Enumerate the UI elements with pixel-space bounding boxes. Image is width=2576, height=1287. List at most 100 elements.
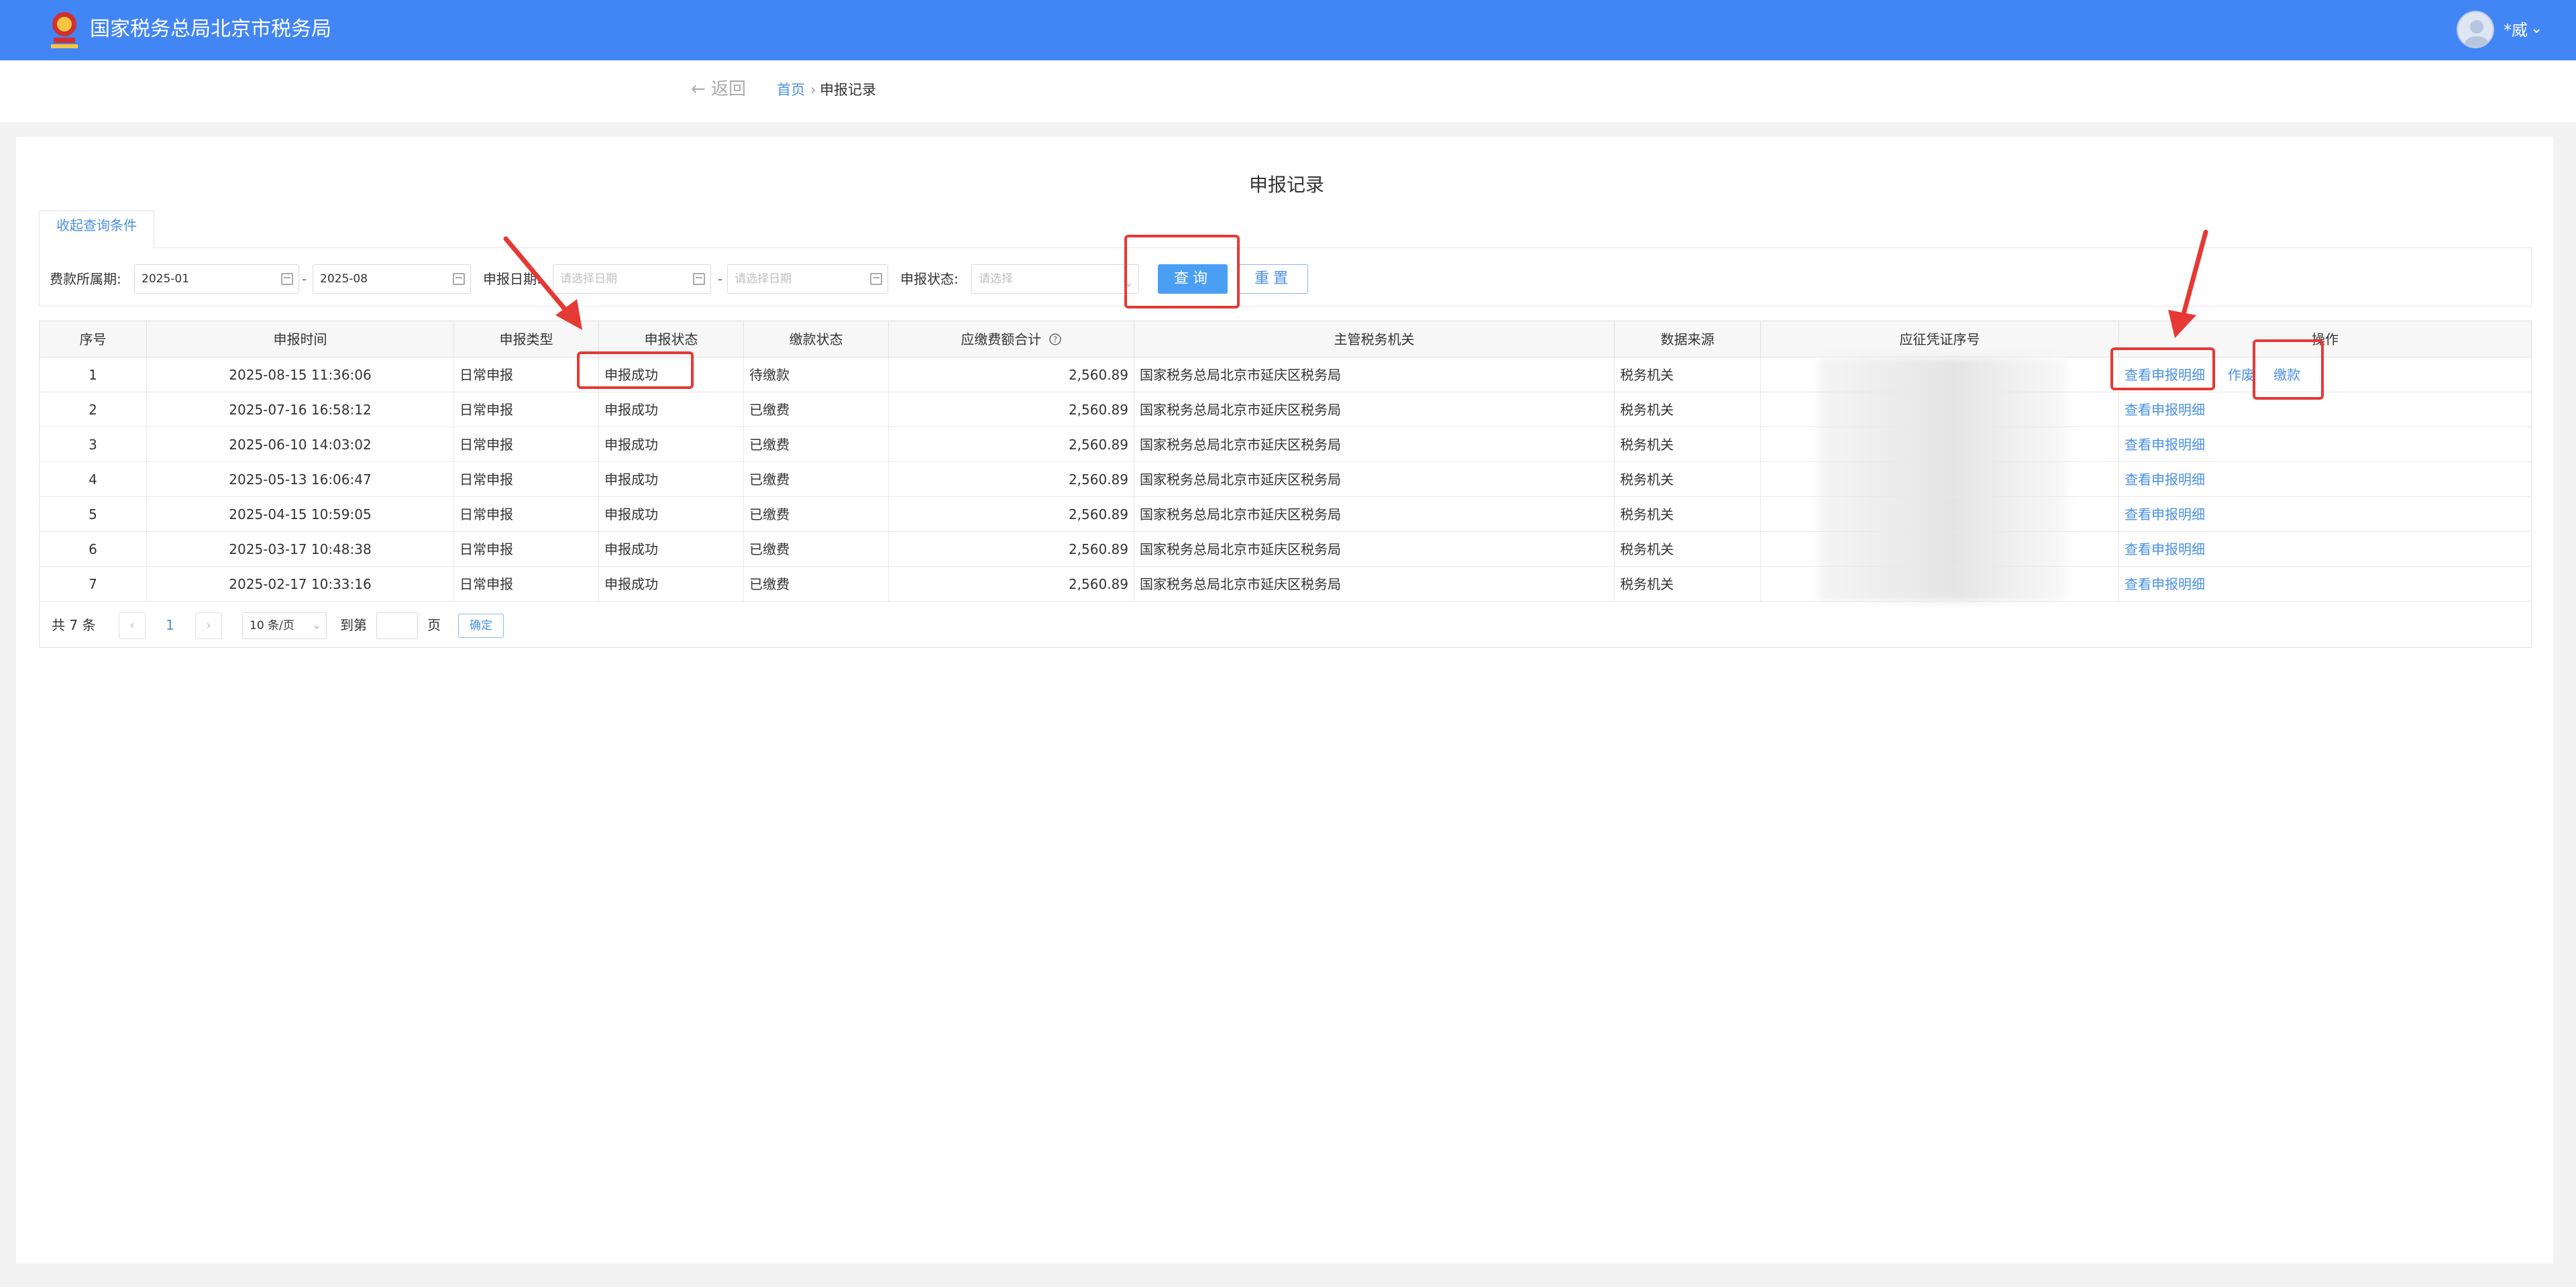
calendar-icon xyxy=(693,273,705,285)
cell-authority: 国家税务总局北京市延庆区税务局 xyxy=(1134,497,1615,532)
status-select[interactable]: 请选择 ⌄ xyxy=(971,264,1139,294)
status-label: 申报状态: xyxy=(900,271,959,287)
cell-source: 税务机关 xyxy=(1615,497,1761,532)
view-detail-link[interactable]: 查看申报明细 xyxy=(2125,392,2205,427)
cell-pay-status: 已缴费 xyxy=(744,427,889,462)
view-detail-link[interactable]: 查看申报明细 xyxy=(2125,497,2205,532)
col-header-amount: 应缴费额合计 ? xyxy=(889,321,1134,357)
prev-page-button[interactable]: ‹ xyxy=(119,612,146,639)
breadcrumb-current: 申报记录 xyxy=(820,82,876,98)
cell-source: 税务机关 xyxy=(1615,427,1761,462)
col-header-authority: 主管税务机关 xyxy=(1134,321,1615,357)
col-header-type: 申报类型 xyxy=(454,321,599,357)
cell-no: 3 xyxy=(40,427,147,462)
col-header-actions: 操作 xyxy=(2312,331,2339,347)
cell-pay-status: 已缴费 xyxy=(744,392,889,427)
cell-time: 2025-06-10 14:03:02 xyxy=(147,427,454,462)
declare-date-start-input[interactable]: 请选择日期 xyxy=(553,264,711,294)
status-placeholder: 请选择 xyxy=(979,272,1013,286)
cell-voucher xyxy=(1761,462,2119,497)
goto-page-input[interactable] xyxy=(376,612,418,639)
emblem-icon xyxy=(51,12,78,48)
view-detail-link[interactable]: 查看申报明细 xyxy=(2125,357,2205,392)
cell-amount: 2,560.89 xyxy=(889,392,1134,427)
question-circle-icon[interactable]: ? xyxy=(1049,333,1062,346)
cell-voucher xyxy=(1761,357,2119,392)
cell-status: 申报成功 xyxy=(599,462,744,497)
cell-amount: 2,560.89 xyxy=(889,462,1134,497)
calendar-icon xyxy=(281,273,293,285)
cell-authority: 国家税务总局北京市延庆区税务局 xyxy=(1134,567,1615,602)
site-title: 国家税务总局北京市税务局 xyxy=(90,17,331,41)
cell-pay-status: 已缴费 xyxy=(744,462,889,497)
pay-link[interactable]: 缴款 xyxy=(2273,357,2300,392)
cell-voucher xyxy=(1761,497,2119,532)
cell-authority: 国家税务总局北京市延庆区税务局 xyxy=(1134,532,1615,567)
cell-no: 5 xyxy=(40,497,147,532)
breadcrumb-separator: › xyxy=(810,82,816,98)
cell-source: 税务机关 xyxy=(1615,567,1761,602)
view-detail-link[interactable]: 查看申报明细 xyxy=(2125,567,2205,602)
cell-no: 7 xyxy=(40,567,147,602)
back-link[interactable]: ← 返回 xyxy=(691,78,746,101)
declare-date-start-placeholder: 请选择日期 xyxy=(560,272,617,286)
cell-no: 1 xyxy=(40,357,147,392)
calendar-icon xyxy=(870,273,882,285)
next-page-button[interactable]: › xyxy=(195,612,222,639)
cell-type: 日常申报 xyxy=(454,567,599,602)
goto-confirm-button[interactable]: 确定 xyxy=(458,614,504,638)
cell-time: 2025-02-17 10:33:16 xyxy=(147,567,454,602)
chevron-down-icon[interactable]: ⌄ xyxy=(2530,19,2542,39)
cell-authority: 国家税务总局北京市延庆区税务局 xyxy=(1134,357,1615,392)
cell-amount: 2,560.89 xyxy=(889,497,1134,532)
goto-page-suffix: 页 xyxy=(427,617,441,633)
table-header: 序号 申报时间 申报类型 申报状态 缴款状态 应缴费额合计 ? 主管税务机关 数… xyxy=(40,321,2531,357)
period-end-input[interactable]: 2025-08 xyxy=(313,264,471,294)
cell-no: 4 xyxy=(40,462,147,497)
breadcrumb-home[interactable]: 首页 xyxy=(777,80,805,99)
table-row: 2 2025-07-16 16:58:12 日常申报 申报成功 已缴费 2,560.89 国… xyxy=(40,392,2531,427)
user-name[interactable]: *威 xyxy=(2504,20,2528,40)
col-header-voucher: 应征凭证序号 xyxy=(1761,321,2119,357)
table-row: 7 2025-02-17 10:33:16 日常申报 申报成功 已缴费 2,560.89 国… xyxy=(40,567,2531,602)
cell-time: 2025-03-17 10:48:38 xyxy=(147,532,454,567)
void-link[interactable]: 作废 xyxy=(2228,357,2255,392)
period-start-input[interactable]: 2025-01 xyxy=(134,264,299,294)
cell-status: 申报成功 xyxy=(599,497,744,532)
page-size-select[interactable]: 10 条/页 ⌄ xyxy=(242,612,327,639)
svg-text:?: ? xyxy=(1053,335,1057,345)
cell-type: 日常申报 xyxy=(454,427,599,462)
cell-amount: 2,560.89 xyxy=(889,427,1134,462)
cell-actions: 查看申报明细 作废 缴款 xyxy=(2119,357,2531,392)
calendar-icon xyxy=(453,273,465,285)
cell-voucher xyxy=(1761,392,2119,427)
cell-authority: 国家税务总局北京市延庆区税务局 xyxy=(1134,462,1615,497)
reset-button[interactable]: 重置 xyxy=(1238,264,1308,294)
cell-type: 日常申报 xyxy=(454,357,599,392)
query-button[interactable]: 查询 xyxy=(1158,264,1228,294)
pagination: 共 7 条 ‹ 1 › 10 条/页 ⌄ 到第 页 确定 xyxy=(40,602,2531,649)
page-number-current[interactable]: 1 xyxy=(166,615,174,635)
period-label: 费款所属期: xyxy=(50,271,121,287)
goto-label: 到第 xyxy=(340,617,367,633)
user-avatar-icon[interactable] xyxy=(2457,11,2494,48)
col-header-no: 序号 xyxy=(40,321,147,357)
pagination-total: 共 7 条 xyxy=(52,617,96,633)
breadcrumb-bar xyxy=(0,60,2576,122)
cell-status: 申报成功 xyxy=(599,357,744,392)
view-detail-link[interactable]: 查看申报明细 xyxy=(2125,532,2205,567)
page-size-value: 10 条/页 xyxy=(250,619,294,632)
cell-status: 申报成功 xyxy=(599,392,744,427)
records-table: 序号 申报时间 申报类型 申报状态 缴款状态 应缴费额合计 ? 主管税务机关 数… xyxy=(39,321,2532,648)
cell-voucher xyxy=(1761,427,2119,462)
cell-pay-status: 已缴费 xyxy=(744,497,889,532)
view-detail-link[interactable]: 查看申报明细 xyxy=(2125,462,2205,497)
col-header-pay-status: 缴款状态 xyxy=(744,321,889,357)
cell-actions: 查看申报明细 xyxy=(2119,532,2531,567)
cell-source: 税务机关 xyxy=(1615,357,1761,392)
declare-date-end-input[interactable]: 请选择日期 xyxy=(727,264,888,294)
view-detail-link[interactable]: 查看申报明细 xyxy=(2125,427,2205,462)
cell-type: 日常申报 xyxy=(454,392,599,427)
collapse-filters-tab[interactable]: 收起查询条件 xyxy=(39,211,154,248)
period-start-value: 2025-01 xyxy=(142,272,190,286)
